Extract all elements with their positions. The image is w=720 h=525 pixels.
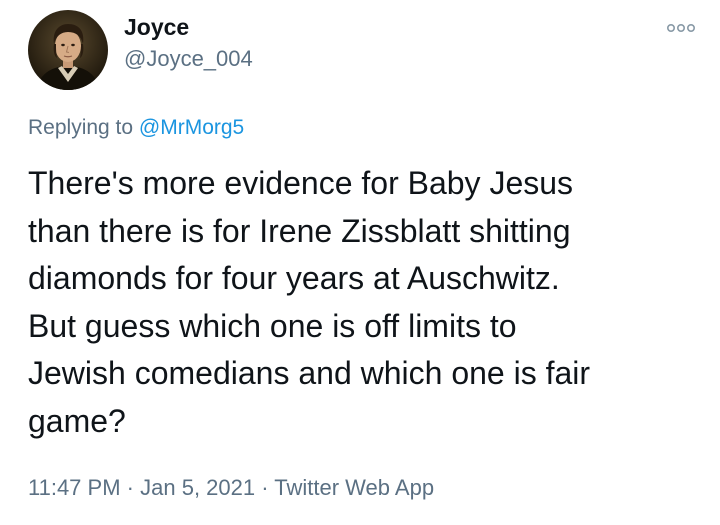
avatar[interactable] [28,10,108,90]
reply-mention-link[interactable]: @MrMorg5 [139,116,244,139]
tweet-text-line: But guess which one is off limits to [28,307,517,344]
tweet-text-line: Jewish comedians and which one is fair [28,355,591,391]
author-handle[interactable]: @Joyce_004 [124,46,253,72]
tweet-text-line: There's more evidence for Baby Jesus [28,165,574,201]
replying-to-label: Replying to [28,116,134,139]
portrait-avatar-icon [28,10,108,90]
tweet-source[interactable]: Twitter Web App [274,475,434,500]
tweet-text-line: diamonds for four years at Auschwitz. [28,260,560,296]
tweet-metadata: 11:47 PM · Jan 5, 2021 · Twitter Web App [28,475,434,501]
tweet-text-line: game? [28,402,126,439]
tweet-date[interactable]: Jan 5, 2021 [140,475,255,500]
tweet-text: There's more evidence for Baby Jesus tha… [28,160,708,445]
tweet-time[interactable]: 11:47 PM [28,475,121,500]
tweet-card: Joyce @Joyce_004 Replying to @MrMorg5 Th… [0,0,720,525]
author-display-name[interactable]: Joyce [124,14,189,41]
replying-to: Replying to @MrMorg5 [28,116,244,140]
meta-separator: · [126,475,134,500]
meta-separator: · [261,475,269,500]
more-options-icon[interactable] [666,20,696,36]
tweet-text-line: than there is for Irene Zissblatt shitti… [28,212,571,249]
